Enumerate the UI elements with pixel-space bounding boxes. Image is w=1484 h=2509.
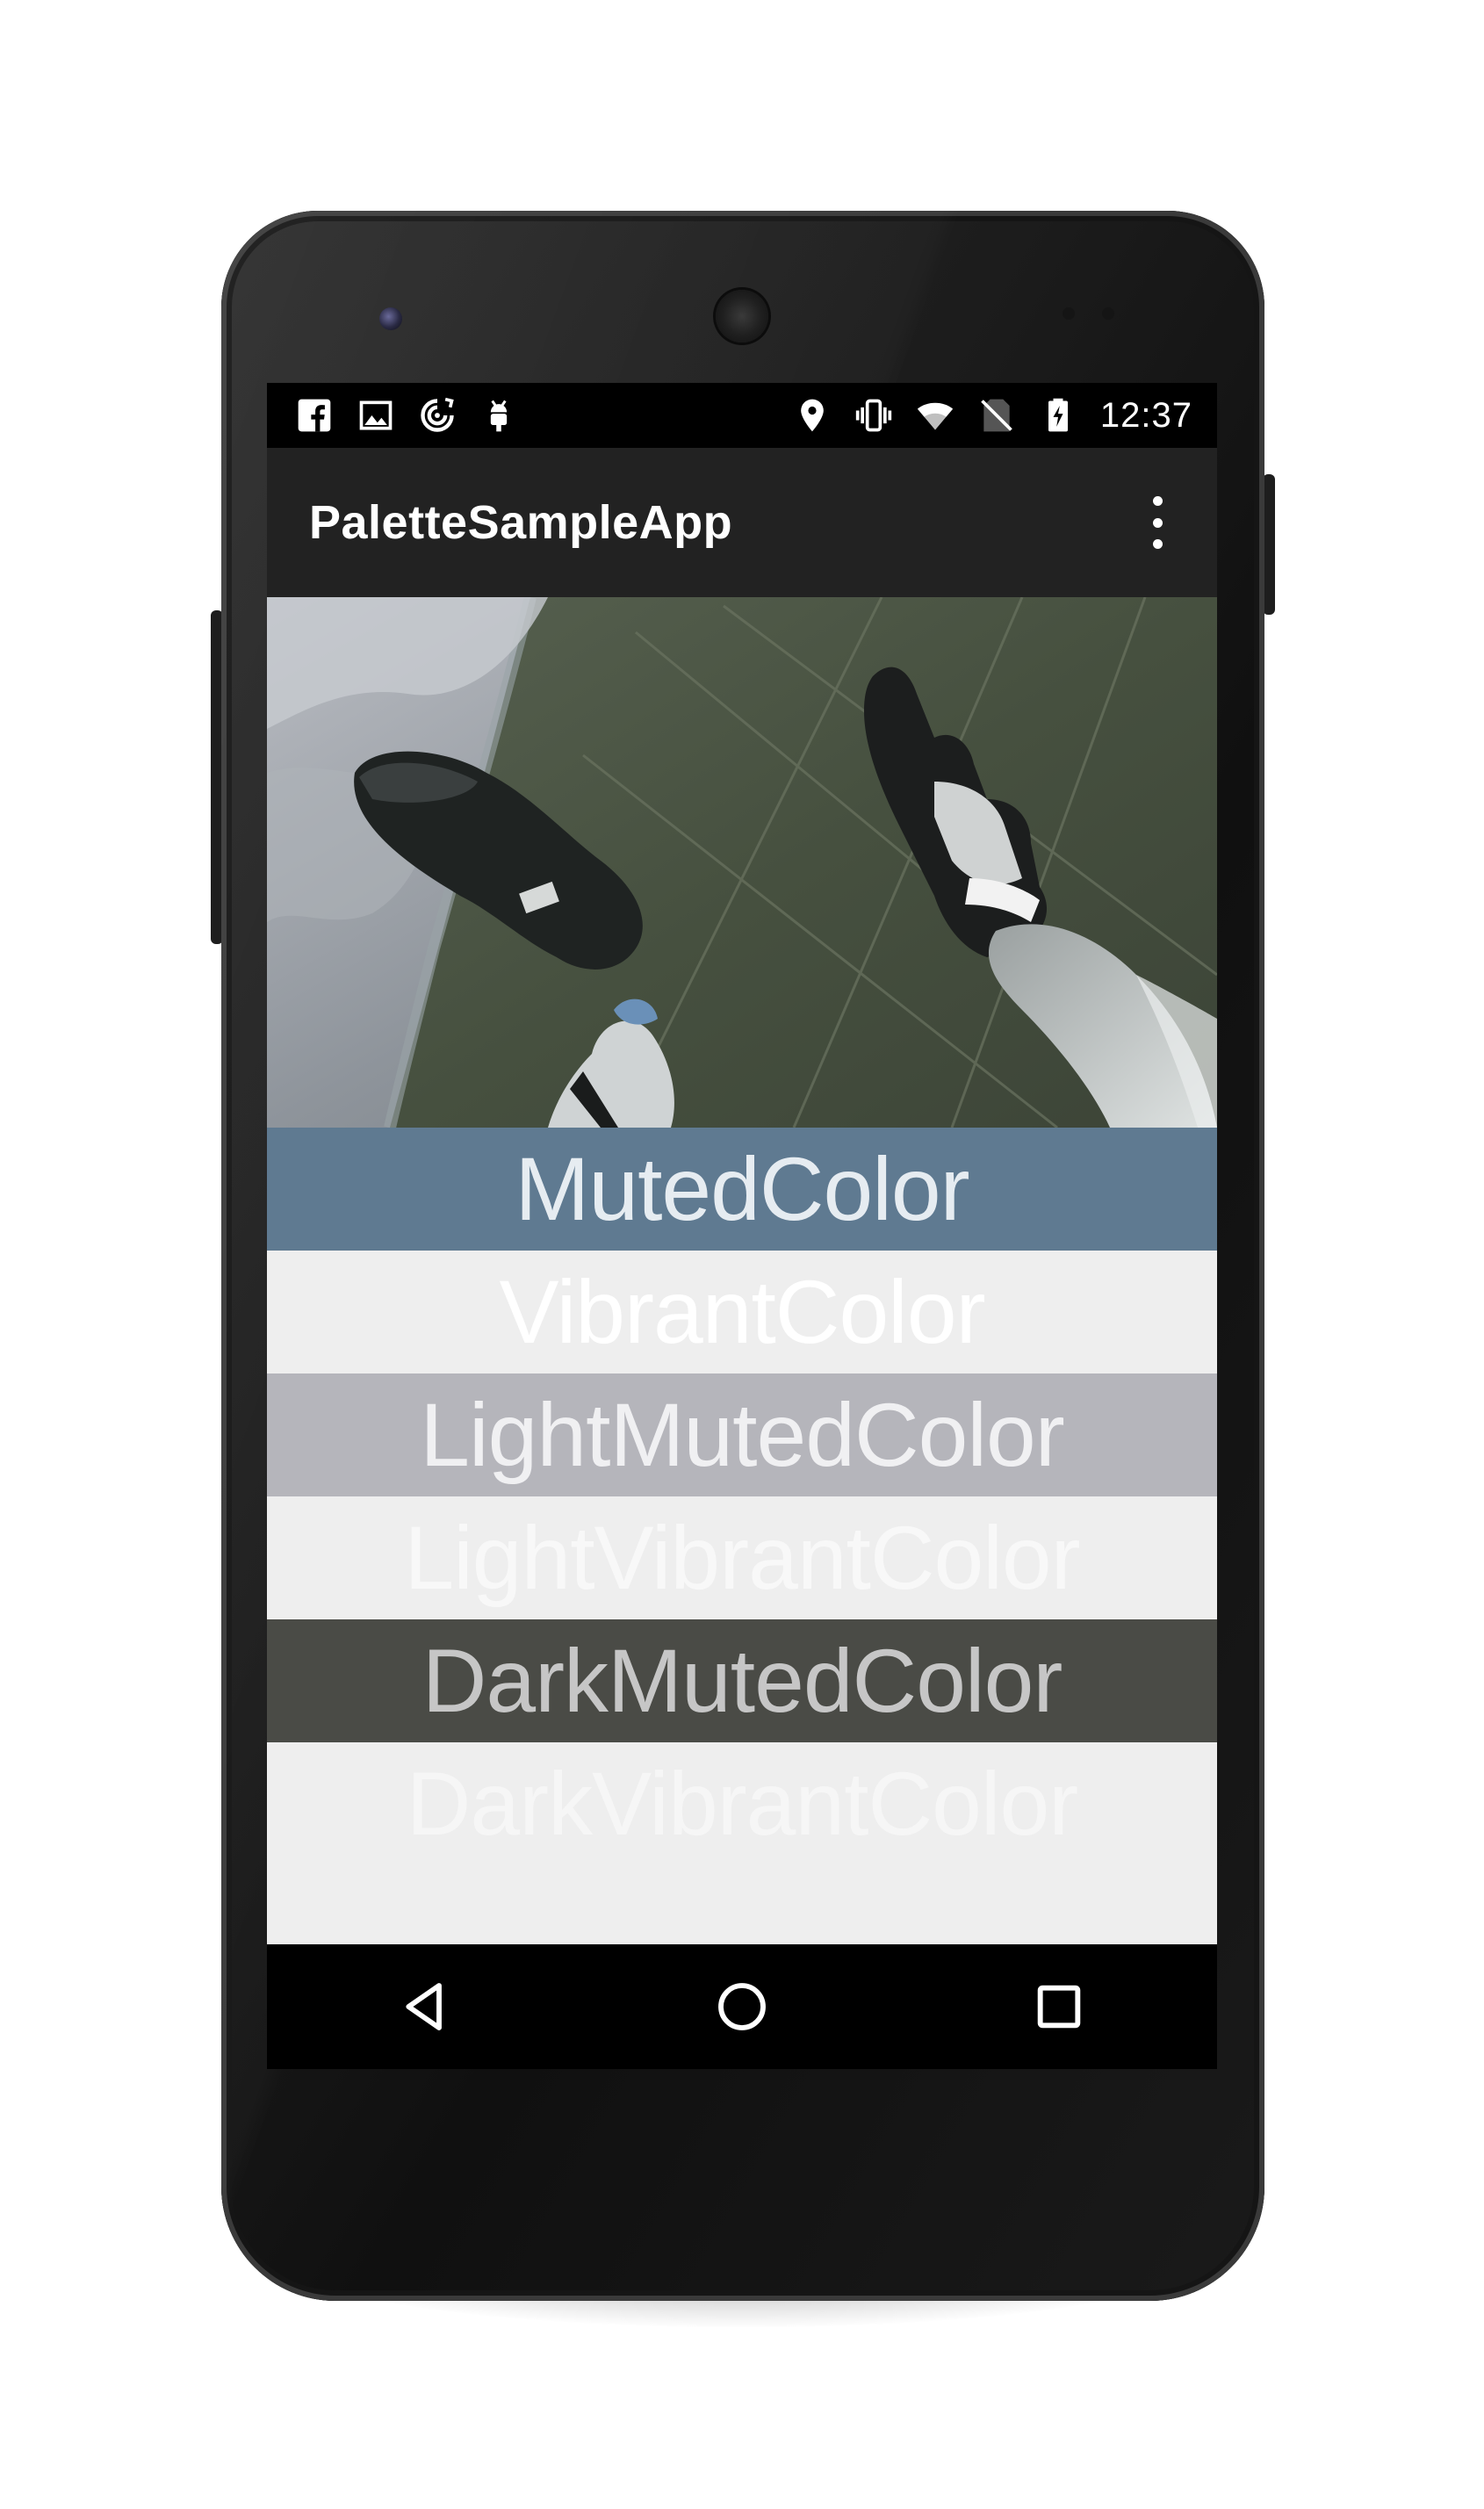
home-circle-icon[interactable] (702, 1967, 782, 2046)
swatch-dark-muted-color: DarkMutedColor (267, 1619, 1217, 1742)
front-camera (379, 307, 402, 330)
swatch-light-vibrant-color: LightVibrantColor (267, 1496, 1217, 1619)
proximity-sensor (1063, 307, 1075, 320)
swatch-label: MutedColor (515, 1138, 969, 1239)
navigation-bar (267, 1944, 1217, 2069)
image-icon (357, 396, 395, 435)
swatch-label: LightVibrantColor (404, 1507, 1080, 1608)
swatch-muted-color: MutedColor (267, 1128, 1217, 1251)
battery-charging-icon (1039, 396, 1077, 435)
location-icon (793, 396, 832, 435)
swatch-dark-vibrant-color: DarkVibrantColor (267, 1742, 1217, 1865)
swatch-label: LightMutedColor (420, 1384, 1064, 1485)
status-bar: 12:37 (267, 383, 1217, 448)
vibrate-icon (854, 396, 893, 435)
facebook-icon (295, 396, 334, 435)
back-triangle-icon[interactable] (385, 1967, 465, 2046)
earpiece-speaker (716, 290, 768, 342)
light-sensor (1102, 307, 1114, 320)
more-vert-icon[interactable] (1147, 496, 1168, 549)
power-button (1263, 474, 1275, 615)
swatch-label: DarkMutedColor (421, 1630, 1063, 1731)
sync-icon (418, 396, 457, 435)
device-screen: 12:37 PaletteSampleApp MutedColor Vibran… (267, 383, 1217, 2069)
swatch-label: VibrantColor (499, 1261, 985, 1362)
skydiving-photo (267, 597, 1217, 1128)
swatch-label: DarkVibrantColor (406, 1753, 1078, 1854)
status-time: 12:37 (1099, 395, 1192, 435)
swatch-vibrant-color: VibrantColor (267, 1251, 1217, 1373)
no-sim-icon (977, 396, 1016, 435)
app-title: PaletteSampleApp (309, 496, 733, 549)
recents-square-icon[interactable] (1019, 1967, 1099, 2046)
app-toolbar: PaletteSampleApp (267, 448, 1217, 597)
android-debug-icon (479, 396, 518, 435)
wifi-icon (916, 396, 955, 435)
content-filler (267, 1865, 1217, 1944)
swatch-light-muted-color: LightMutedColor (267, 1373, 1217, 1496)
